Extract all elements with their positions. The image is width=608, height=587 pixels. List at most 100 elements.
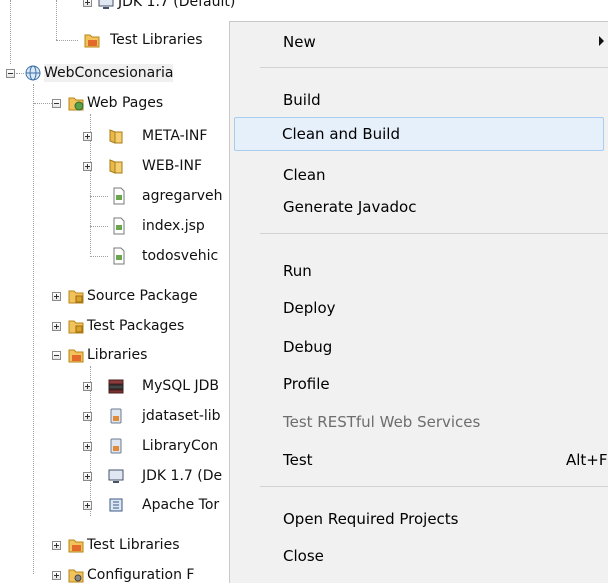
tree-item-test-libraries[interactable]: Test Libraries [0, 533, 229, 557]
tree-label: MySQL JDB [142, 378, 220, 394]
tree-item-configuration-files[interactable]: Configuration F [0, 563, 229, 587]
tree-label: Source Package [87, 288, 198, 304]
tree-label: todosvehic [142, 248, 219, 264]
menu-item-deploy[interactable]: Deploy [231, 291, 608, 325]
menu-item-label: Deploy [283, 299, 336, 317]
monitor-icon [98, 0, 114, 9]
tree-connector [90, 196, 108, 197]
expand-icon[interactable] [83, 412, 92, 421]
tree-label: JDK 1.7 (De [142, 468, 223, 484]
tree-label: Test Libraries [87, 537, 180, 553]
menu-item-label: Generate Javadoc [283, 198, 417, 216]
tree-label: Apache Tor [142, 497, 220, 513]
expand-icon[interactable] [83, 382, 92, 391]
collapse-icon[interactable] [52, 99, 61, 108]
expand-icon[interactable] [52, 292, 61, 301]
tree-item-web-pages[interactable]: Web Pages [0, 91, 229, 115]
menu-item-shortcut: Alt+F6 [566, 451, 608, 469]
jsp-file-icon [113, 247, 125, 265]
menu-item-label: Clean [283, 166, 326, 184]
server-icon [109, 498, 123, 512]
menu-item-clean[interactable]: Clean [231, 158, 608, 192]
tree-item-lib-apache[interactable]: Apache Tor [0, 493, 229, 517]
collapse-icon[interactable] [6, 69, 15, 78]
package-folder-icon [68, 320, 84, 334]
tree-connector [90, 256, 108, 257]
tree-item-test-libraries-top[interactable]: Test Libraries [0, 28, 229, 52]
jsp-file-icon [113, 187, 125, 205]
tree-label: WEB-INF [142, 158, 202, 174]
expand-icon[interactable] [52, 541, 61, 550]
menu-item-label: Clean and Build [282, 125, 400, 143]
menu-item-label: Close [283, 547, 324, 565]
tree-item-web-inf[interactable]: WEB-INF [0, 154, 229, 178]
tree-label: agregarveh [142, 188, 223, 204]
books-icon [108, 379, 124, 394]
menu-item-build[interactable]: Build [231, 83, 608, 117]
tree-label: WebConcesionaria [44, 64, 174, 82]
tree-connector [56, 40, 78, 41]
tree-item-test-packages[interactable]: Test Packages [0, 314, 229, 338]
tree-label: jdataset-lib [142, 408, 221, 424]
tree-label: Configuration F [87, 567, 195, 583]
package-folder-icon [68, 290, 84, 304]
menu-separator [260, 67, 608, 68]
tree-label: Test Packages [87, 318, 185, 334]
expand-icon[interactable] [83, 0, 92, 7]
library-folder-icon [68, 539, 84, 553]
expand-icon[interactable] [83, 472, 92, 481]
menu-item-open-required[interactable]: Open Required Projects [231, 502, 608, 536]
tree-connector [16, 73, 24, 74]
jsp-file-icon [113, 217, 125, 235]
menu-item-label: Build [283, 91, 321, 109]
jar-icon [110, 408, 122, 424]
menu-item-label: Debug [283, 338, 333, 356]
tree-label: Test Libraries [110, 32, 203, 48]
tree-label: Web Pages [87, 95, 164, 111]
menu-item-new[interactable]: New [231, 25, 608, 59]
menu-item-debug[interactable]: Debug [231, 330, 608, 364]
tree-label: index.jsp [142, 218, 205, 234]
config-folder-icon [68, 569, 84, 583]
context-menu: New Build Clean and Build Clean Generate… [229, 21, 608, 583]
tree-item-file-index[interactable]: index.jsp [0, 214, 229, 238]
menu-item-profile[interactable]: Profile [231, 367, 608, 401]
menu-item-test[interactable]: Test Alt+F6 [231, 443, 608, 477]
tree-item-jdk-top[interactable]: JDK 1.7 (Default) [0, 0, 235, 14]
tree-item-lib-mysql[interactable]: MySQL JDB [0, 374, 229, 398]
menu-item-clean-and-build[interactable]: Clean and Build [234, 117, 604, 151]
menu-item-run[interactable]: Run [231, 254, 608, 288]
tree-item-meta-inf[interactable]: META-INF [0, 124, 229, 148]
menu-item-label: Test [283, 451, 313, 469]
expand-icon[interactable] [83, 132, 92, 141]
tree-item-libraries[interactable]: Libraries [0, 343, 229, 367]
tree-item-file-todos[interactable]: todosvehic [0, 244, 229, 268]
expand-icon[interactable] [83, 442, 92, 451]
tree-label: JDK 1.7 (Default) [118, 0, 236, 10]
library-folder-icon [84, 34, 100, 48]
collapse-icon[interactable] [52, 351, 61, 360]
menu-item-label: New [283, 33, 316, 51]
jar-icon [110, 438, 122, 454]
menu-item-label: Profile [283, 375, 330, 393]
tree-item-lib-libraryconn[interactable]: LibraryCon [0, 434, 229, 458]
tree-label: META-INF [142, 128, 208, 144]
menu-item-close[interactable]: Close [231, 539, 608, 573]
tree-item-lib-jdataset[interactable]: jdataset-lib [0, 404, 229, 428]
tree-label: LibraryCon [142, 438, 219, 454]
menu-item-label: Open Required Projects [283, 510, 459, 528]
tree-item-source-packages[interactable]: Source Package [0, 284, 229, 308]
expand-icon[interactable] [52, 571, 61, 580]
tree-item-file-agregar[interactable]: agregarveh [0, 184, 229, 208]
menu-item-generate-javadoc[interactable]: Generate Javadoc [231, 190, 608, 224]
submenu-arrow-icon [599, 36, 604, 46]
folder-icon [109, 159, 123, 174]
folder-icon [109, 129, 123, 144]
web-folder-icon [68, 97, 84, 111]
tree-item-project[interactable]: WebConcesionaria [0, 61, 229, 85]
expand-icon[interactable] [52, 322, 61, 331]
expand-icon[interactable] [83, 501, 92, 510]
tree-item-lib-jdk[interactable]: JDK 1.7 (De [0, 464, 229, 488]
expand-icon[interactable] [83, 162, 92, 171]
menu-item-label: Run [283, 262, 312, 280]
